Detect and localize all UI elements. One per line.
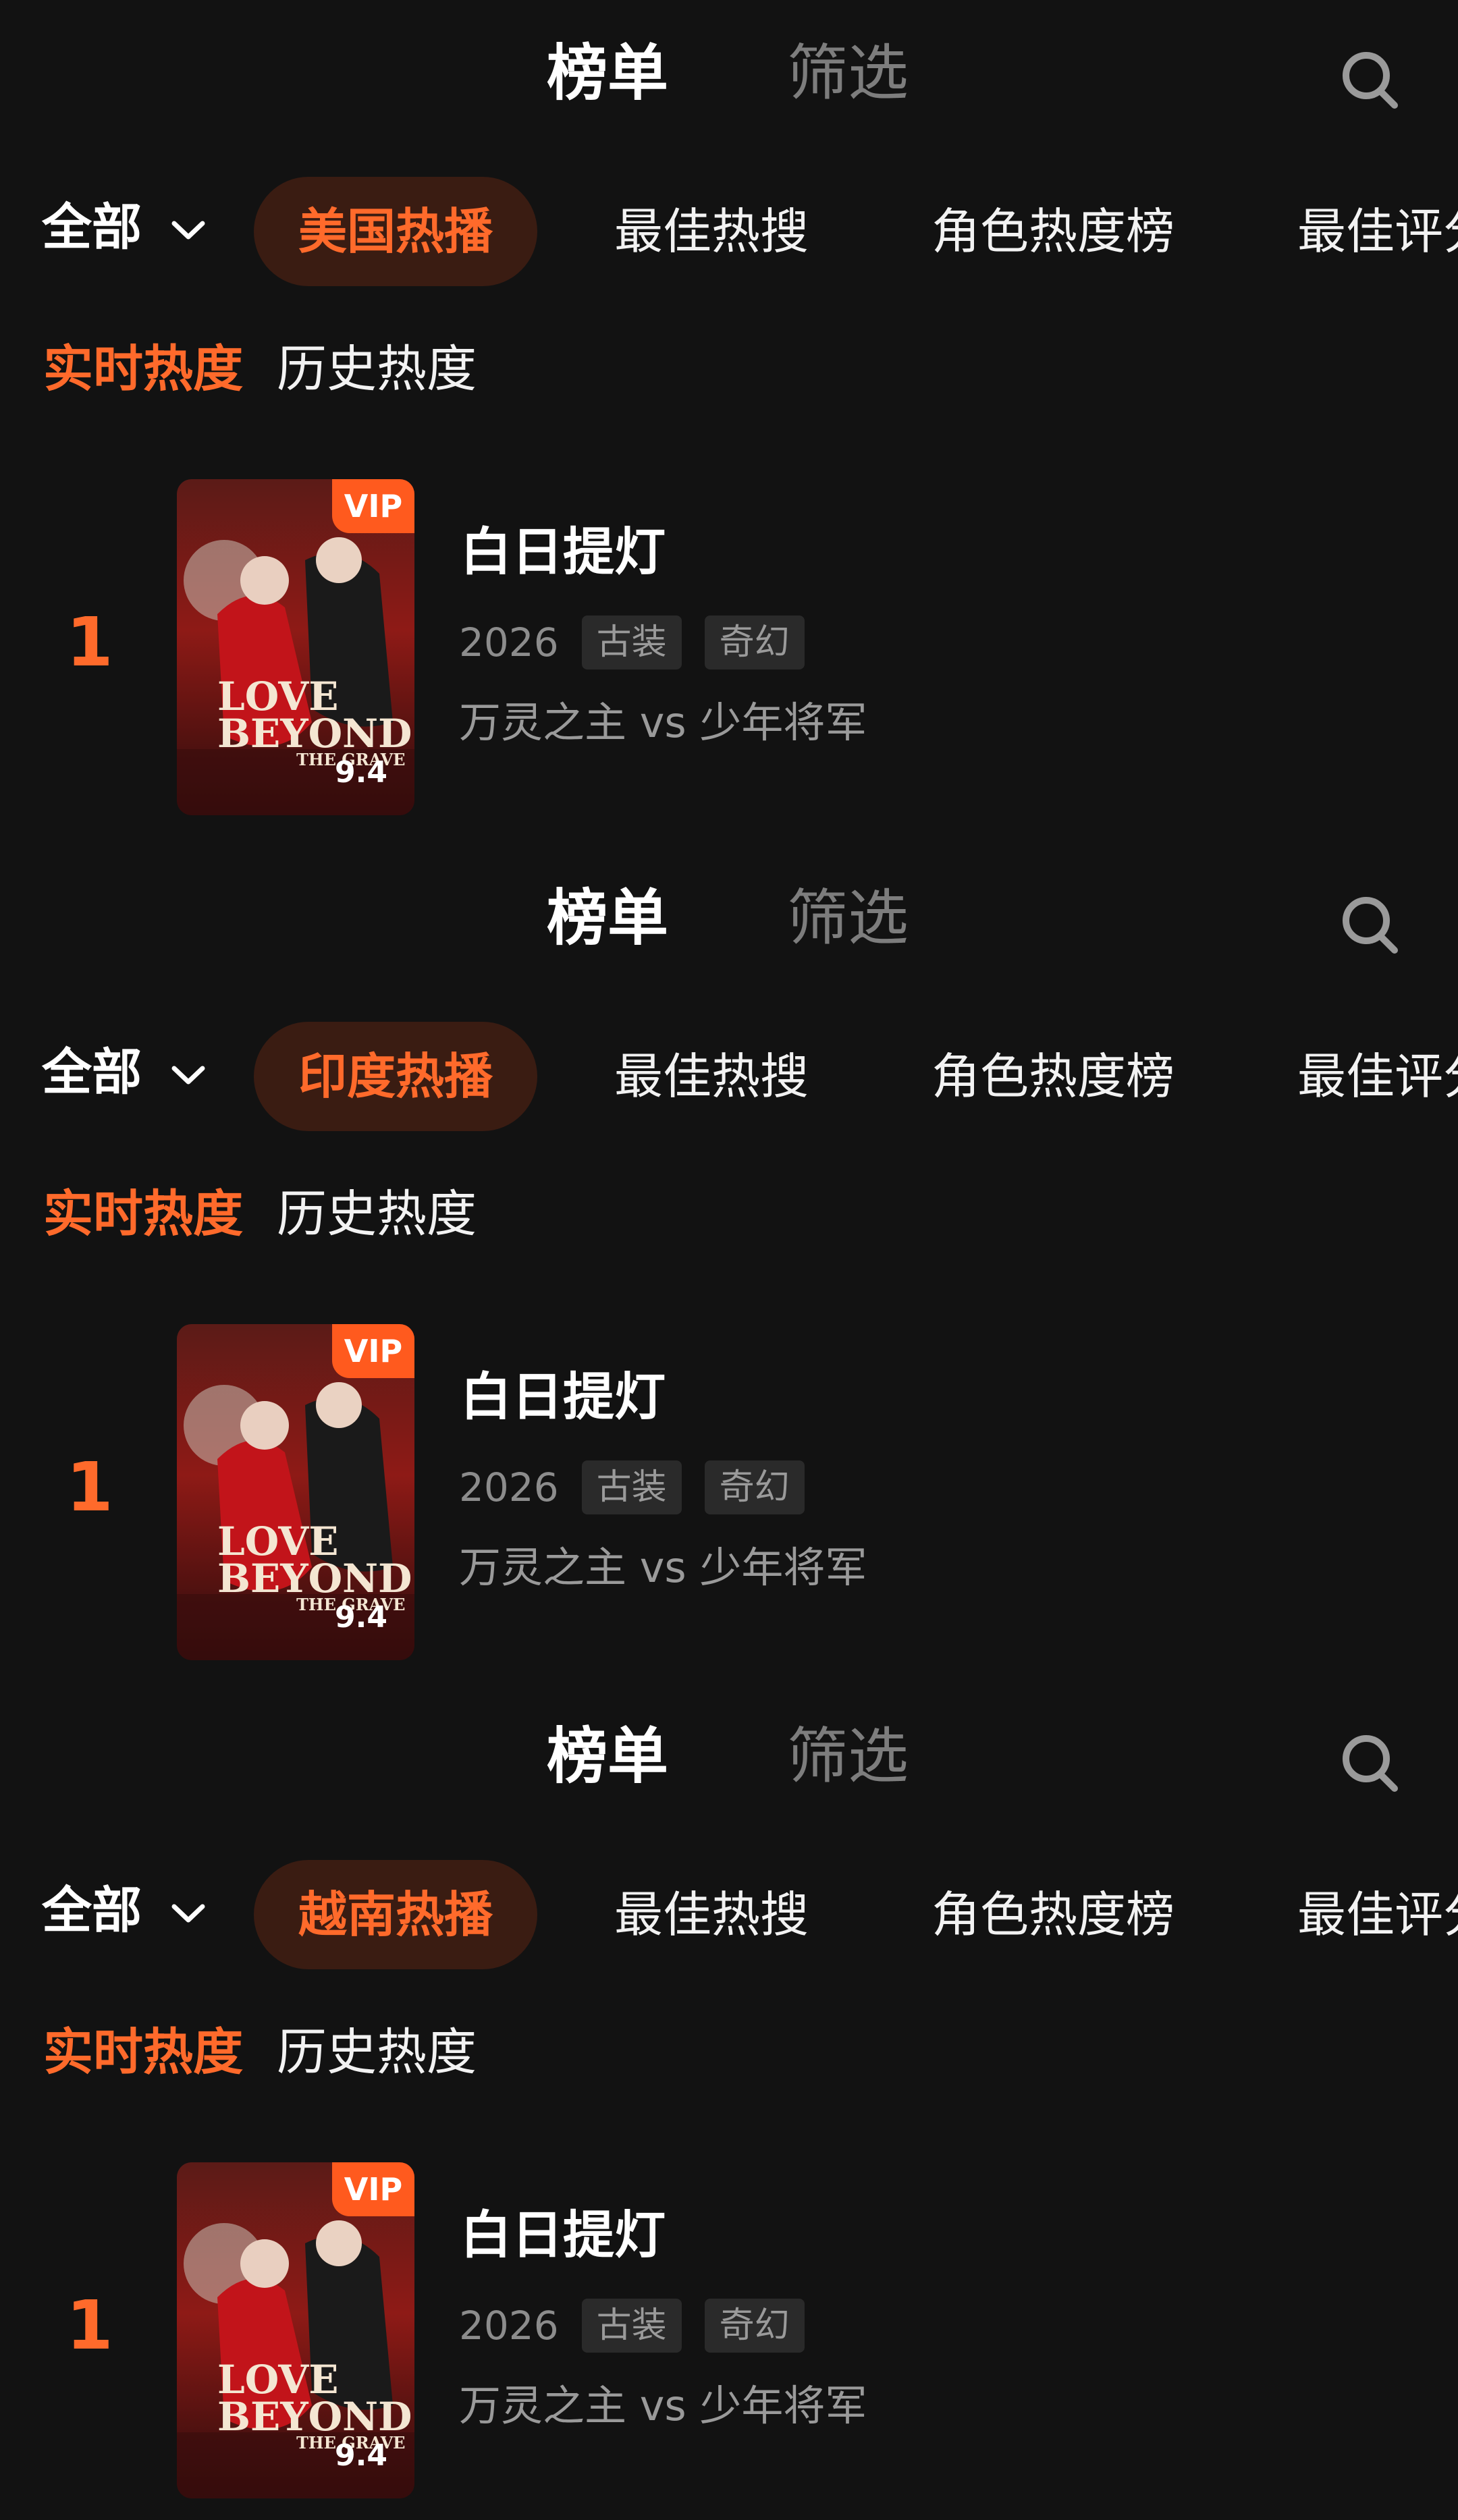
rank-number: 1 [66, 603, 113, 682]
show-description: 万灵之主 vs 少年将军 [459, 1543, 867, 1592]
all-dropdown[interactable]: 全部 [42, 202, 208, 252]
tab-filter[interactable]: 筛选 [787, 1726, 909, 1787]
all-dropdown-label: 全部 [42, 1043, 142, 1101]
show-year: 2026 [459, 2303, 559, 2349]
search-icon[interactable] [1338, 47, 1401, 111]
show-title[interactable]: 白日提灯 [460, 526, 666, 578]
chip-hot-search[interactable]: 最佳热搜 [614, 1860, 809, 1969]
heat-subtabs: 实时热度 历史热度 [43, 344, 510, 394]
category-filter-row: 全部 越南热播 最佳热搜 角色热度榜 最佳评分 [0, 1860, 1458, 1973]
all-dropdown-label: 全部 [42, 1882, 142, 1940]
heat-subtabs: 实时热度 历史热度 [43, 2027, 510, 2077]
category-filter-row: 全部 印度热播 最佳热搜 角色热度榜 最佳评分 [0, 1022, 1458, 1135]
rank-number: 1 [66, 1448, 113, 1527]
score-badge: 9.4 [335, 755, 387, 790]
tab-filter[interactable]: 筛选 [787, 888, 909, 949]
search-icon[interactable] [1338, 1730, 1401, 1794]
subtab-realtime[interactable]: 实时热度 [43, 2027, 243, 2077]
chip-role-ranking[interactable]: 角色热度榜 [932, 1022, 1174, 1131]
rank-number: 1 [66, 2286, 113, 2365]
genre-tag: 古装 [581, 1460, 682, 1514]
chevron-down-icon [171, 1904, 205, 1923]
chip-region-hot[interactable]: 美国热播 [254, 177, 538, 286]
show-title[interactable]: 白日提灯 [460, 2210, 666, 2261]
poster-image[interactable]: LOVE BEYOND THE GRAVE VIP 9.4 [177, 1324, 414, 1660]
chip-best-rating[interactable]: 最佳评分 [1297, 177, 1458, 286]
chip-hot-search[interactable]: 最佳热搜 [614, 1022, 809, 1131]
heat-subtabs: 实时热度 历史热度 [43, 1189, 510, 1239]
all-dropdown[interactable]: 全部 [42, 1047, 208, 1097]
vip-badge: VIP [332, 1324, 414, 1378]
ranking-panel-india: 榜单 筛选 全部 印度热播 最佳热搜 角色热度榜 最佳评分 实时热度历史热度 1 [0, 845, 1458, 1682]
poster-image[interactable]: LOVE BEYOND THE GRAVE VIP 9.4 [177, 2162, 414, 2498]
subtab-history[interactable]: 历史热度 [277, 1189, 477, 1239]
ranking-panel-us: 榜单 筛选 全部 美国热播 最佳热搜 角色热度榜 最佳评分 实时热度历史热度 1 [0, 0, 1458, 837]
poster-image[interactable]: LOVE BEYOND THE GRAVE VIP 9.4 [177, 479, 414, 815]
tab-filter[interactable]: 筛选 [787, 43, 909, 104]
subtab-realtime[interactable]: 实时热度 [43, 1189, 243, 1239]
show-description: 万灵之主 vs 少年将军 [459, 698, 867, 747]
genre-tag: 奇幻 [704, 2299, 805, 2353]
all-dropdown-label: 全部 [42, 198, 142, 256]
subtab-history[interactable]: 历史热度 [277, 2027, 477, 2077]
chip-role-ranking[interactable]: 角色热度榜 [932, 1860, 1174, 1969]
show-title[interactable]: 白日提灯 [460, 1371, 666, 1423]
category-filter-row: 全部 美国热播 最佳热搜 角色热度榜 最佳评分 [0, 177, 1458, 290]
ranking-panel-vietnam: 榜单 筛选 全部 越南热播 最佳热搜 角色热度榜 最佳评分 实时热度历史热度 1 [0, 1683, 1458, 2520]
tab-rank[interactable]: 榜单 [547, 1726, 668, 1787]
tab-rank[interactable]: 榜单 [547, 43, 668, 104]
chip-best-rating[interactable]: 最佳评分 [1297, 1860, 1458, 1969]
chevron-down-icon [171, 1066, 205, 1085]
show-meta: 2026 古装 奇幻 [459, 1460, 828, 1514]
score-badge: 9.4 [335, 2438, 387, 2473]
chip-best-rating[interactable]: 最佳评分 [1297, 1022, 1458, 1131]
vip-badge: VIP [332, 479, 414, 533]
subtab-realtime[interactable]: 实时热度 [43, 344, 243, 394]
genre-tag: 古装 [581, 615, 682, 669]
tab-rank[interactable]: 榜单 [547, 888, 668, 949]
show-year: 2026 [459, 1464, 559, 1510]
vip-badge: VIP [332, 2162, 414, 2216]
genre-tag: 奇幻 [704, 615, 805, 669]
chip-region-hot[interactable]: 印度热播 [254, 1022, 538, 1131]
show-meta: 2026 古装 奇幻 [459, 2299, 828, 2353]
chip-hot-search[interactable]: 最佳热搜 [614, 177, 809, 286]
genre-tag: 古装 [581, 2299, 682, 2353]
show-meta: 2026 古装 奇幻 [459, 615, 828, 669]
search-icon[interactable] [1338, 892, 1401, 956]
chevron-down-icon [171, 221, 205, 240]
show-description: 万灵之主 vs 少年将军 [459, 2381, 867, 2430]
chip-role-ranking[interactable]: 角色热度榜 [932, 177, 1174, 286]
genre-tag: 奇幻 [704, 1460, 805, 1514]
score-badge: 9.4 [335, 1600, 387, 1635]
subtab-history[interactable]: 历史热度 [277, 344, 477, 394]
show-year: 2026 [459, 620, 559, 665]
all-dropdown[interactable]: 全部 [42, 1886, 208, 1936]
chip-region-hot[interactable]: 越南热播 [254, 1860, 538, 1969]
